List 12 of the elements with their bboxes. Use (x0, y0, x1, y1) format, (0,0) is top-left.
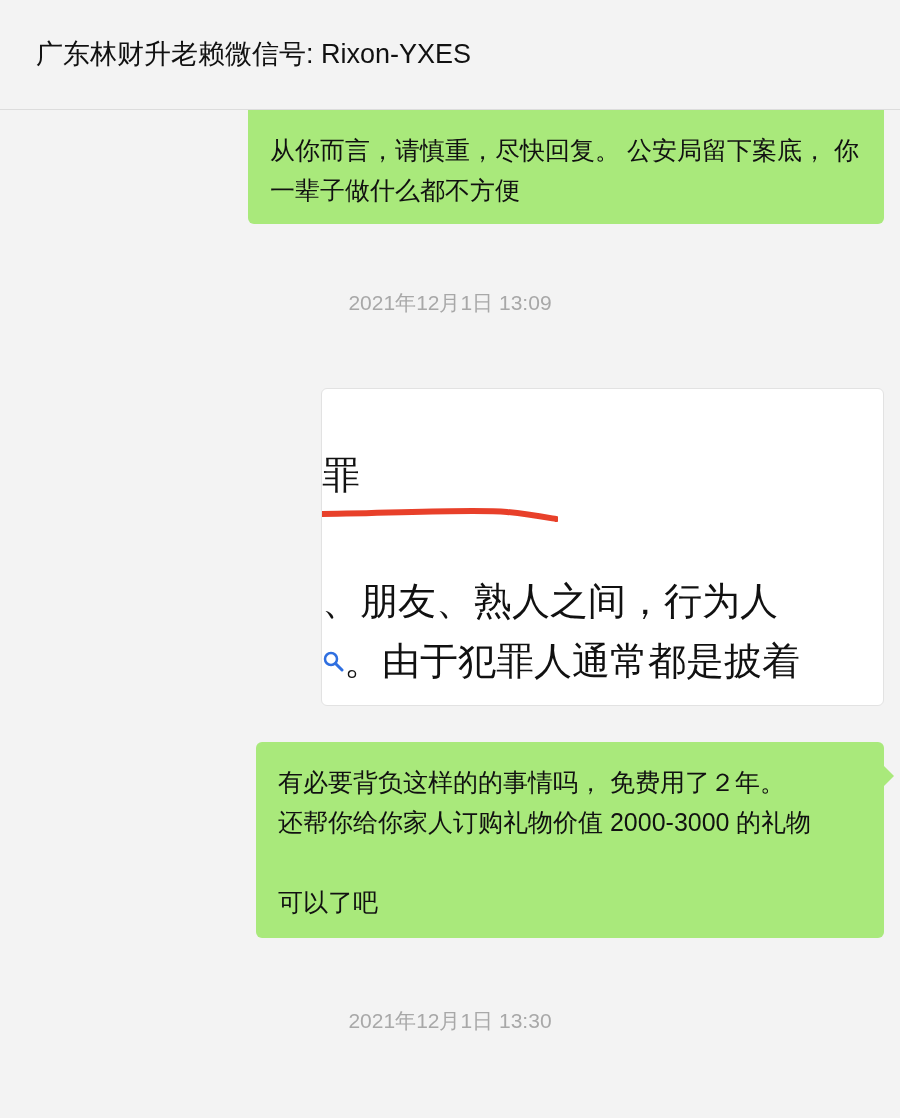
image-card[interactable]: 罪 、朋友、熟人之间，行为人 。由于犯罪人通常都是披着 (321, 388, 884, 706)
message-text: 还帮你给你家人订购礼物价值 2000-3000 的礼物 (278, 807, 813, 838)
message-text: 可以了吧 (278, 887, 379, 918)
message-text: 有必要背负这样的的事情吗， 免费用了２年。 (278, 767, 786, 798)
timestamp: 2021年12月1日 13:30 (348, 1008, 552, 1034)
message-text: 从你而言，请慎重，尽快回复。 公安局留下案底， 你一辈子做什么都不方便 (270, 135, 860, 206)
image-text: 罪 (322, 453, 360, 498)
timestamp: 2021年12月1日 13:09 (348, 290, 552, 316)
image-text: 、朋友、熟人之间，行为人 (322, 579, 778, 624)
chat-title: 广东林财升老赖微信号: Rixon-YXES (36, 38, 472, 72)
image-text: 。由于犯罪人通常都是披着 (344, 639, 800, 684)
search-icon (322, 650, 344, 672)
